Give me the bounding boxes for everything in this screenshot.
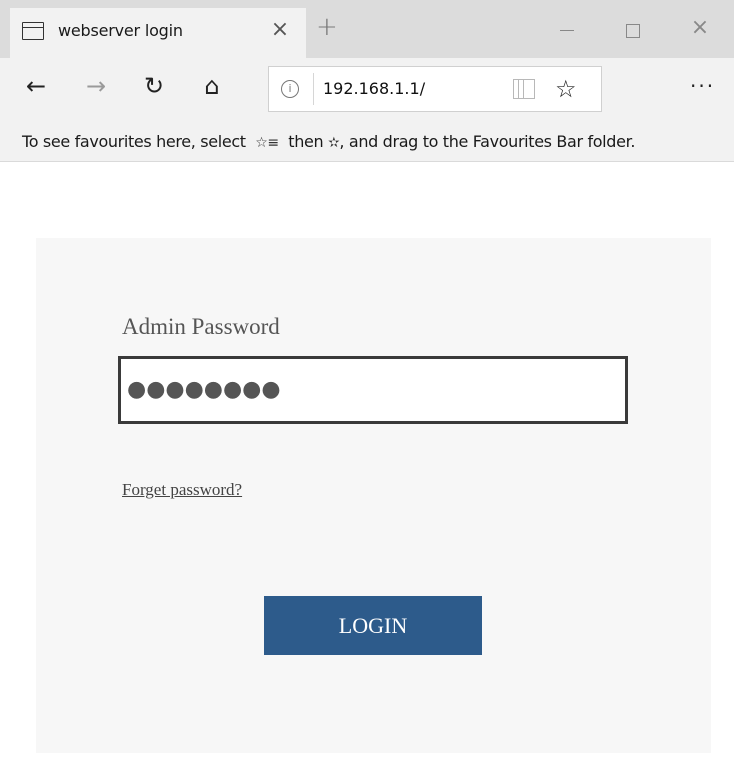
- hint-text-start: To see favourites here, select: [22, 132, 246, 151]
- password-mask: ●●●●●●●●: [127, 377, 281, 402]
- hint-text-end: , and drag to the Favourites Bar folder.: [339, 132, 636, 151]
- favorite-star-icon[interactable]: ☆: [555, 75, 577, 103]
- address-url[interactable]: 192.168.1.1/: [323, 79, 425, 98]
- back-icon[interactable]: ←: [20, 72, 52, 100]
- window-close-icon[interactable]: ×: [688, 16, 712, 40]
- page-content: Admin Password ●●●●●●●● Forget password?…: [0, 162, 734, 765]
- login-card: Admin Password ●●●●●●●● Forget password?…: [36, 238, 711, 753]
- address-bar[interactable]: i 192.168.1.1/ ☆: [268, 66, 602, 112]
- info-icon[interactable]: i: [281, 80, 299, 98]
- password-label: Admin Password: [122, 314, 280, 339]
- tab-strip: webserver login × + ×: [0, 0, 734, 58]
- favourites-bar: To see favourites here, select ☆≡ then ✫…: [0, 122, 734, 162]
- login-button[interactable]: LOGIN: [264, 596, 482, 655]
- tab-webserver-login[interactable]: webserver login ×: [10, 8, 306, 58]
- refresh-icon[interactable]: ↻: [138, 72, 170, 100]
- page-icon: [22, 22, 44, 40]
- new-tab-icon[interactable]: +: [316, 14, 338, 40]
- tab-close-icon[interactable]: ×: [268, 18, 292, 42]
- navigation-bar: ← → ↻ ⌂ i 192.168.1.1/ ☆ ···: [0, 58, 734, 122]
- forgot-password-link[interactable]: Forget password?: [122, 480, 242, 500]
- favourites-bar-hint: To see favourites here, select ☆≡ then ✫…: [22, 132, 635, 151]
- home-icon[interactable]: ⌂: [196, 72, 228, 100]
- hint-text-middle: then: [288, 132, 324, 151]
- favorites-hub-icon: ☆≡: [255, 135, 279, 151]
- more-icon[interactable]: ···: [690, 72, 715, 100]
- forward-icon[interactable]: →: [80, 72, 112, 100]
- add-favorite-icon: ✫: [328, 135, 340, 151]
- reading-view-icon[interactable]: [513, 79, 535, 99]
- tab-title: webserver login: [58, 21, 183, 40]
- maximize-icon[interactable]: [626, 24, 640, 38]
- password-input[interactable]: ●●●●●●●●: [118, 356, 628, 424]
- address-divider: [313, 73, 314, 105]
- minimize-icon[interactable]: [560, 30, 574, 31]
